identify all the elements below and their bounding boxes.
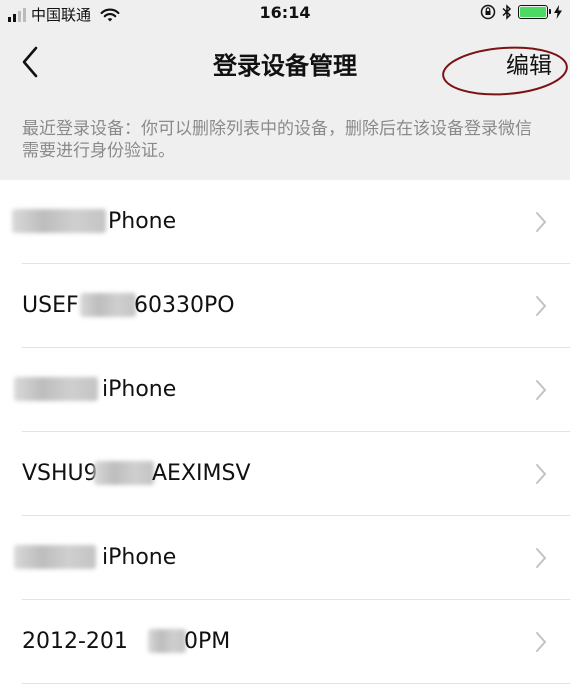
chevron-right-icon — [536, 212, 547, 232]
status-bar: 中国联通 16:14 — [0, 0, 570, 28]
device-name-start: VSHU9 — [22, 461, 98, 486]
redacted-blur — [148, 629, 186, 653]
bluetooth-icon — [502, 4, 512, 20]
edit-button[interactable]: 编辑 — [506, 46, 552, 80]
device-name-start: USEF — [22, 293, 79, 318]
redacted-blur — [14, 377, 98, 401]
device-name: iPhone — [102, 545, 177, 570]
redacted-blur — [14, 545, 96, 569]
charging-icon — [554, 5, 562, 19]
orientation-lock-icon — [480, 4, 496, 20]
chevron-right-icon — [536, 296, 547, 316]
device-name: iPhone — [102, 377, 177, 402]
device-row[interactable]: iPhone — [0, 348, 570, 432]
device-row[interactable]: USEF 60330PO — [0, 264, 570, 348]
device-name-end: 0PM — [184, 629, 231, 654]
battery-icon — [518, 5, 551, 19]
nav-bar: 登录设备管理 编辑 — [0, 28, 570, 100]
device-row[interactable]: 2012-201 0PM — [0, 600, 570, 684]
redacted-blur — [80, 293, 136, 317]
status-right — [480, 4, 562, 20]
description-text: 最近登录设备：你可以删除列表中的设备，删除后在该设备登录微信需要进行身份验证。 — [0, 100, 570, 180]
chevron-right-icon — [536, 548, 547, 568]
device-row[interactable]: iPhone — [0, 516, 570, 600]
device-name-end: 60330PO — [134, 293, 235, 318]
redacted-blur — [12, 209, 106, 233]
page-title: 登录设备管理 — [213, 52, 357, 80]
chevron-right-icon — [536, 464, 547, 484]
chevron-right-icon — [536, 380, 547, 400]
device-name-start: 2012-201 — [22, 629, 128, 654]
device-row[interactable]: VSHU9 AEXIMSV — [0, 432, 570, 516]
device-name-end: AEXIMSV — [152, 461, 251, 486]
device-list: Phone USEF 60330PO iPhone VSHU9 AEXIMSV … — [0, 180, 570, 687]
chevron-right-icon — [536, 632, 547, 652]
device-row[interactable]: Phone — [0, 180, 570, 264]
device-name: Phone — [108, 209, 177, 234]
redacted-blur — [94, 461, 154, 485]
